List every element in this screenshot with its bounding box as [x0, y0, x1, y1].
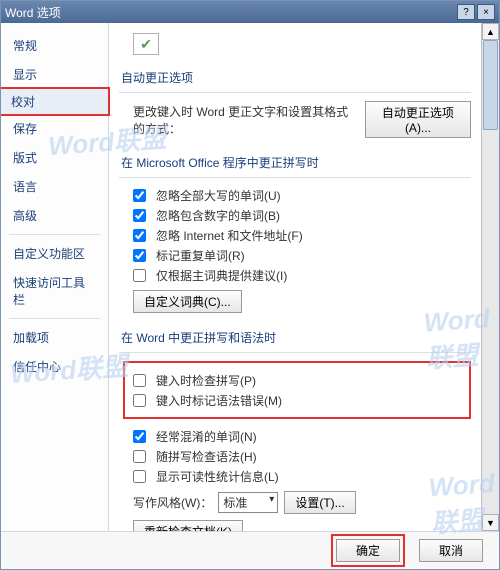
vertical-scrollbar[interactable]: ▲ ▼ — [481, 23, 499, 531]
sidebar-item-advanced[interactable]: 高级 — [1, 201, 108, 230]
sidebar-item-trustcenter[interactable]: 信任中心 — [1, 352, 108, 381]
ignore-internet-label: 忽略 Internet 和文件地址(F) — [156, 227, 303, 244]
readability-stats-label: 显示可读性统计信息(L) — [156, 468, 279, 485]
custom-dictionaries-button[interactable]: 自定义词典(C)... — [133, 290, 242, 313]
autocorrect-options-button[interactable]: 自动更正选项(A)... — [365, 101, 471, 138]
ignore-internet-checkbox[interactable] — [133, 229, 146, 242]
sidebar-item-customize-ribbon[interactable]: 自定义功能区 — [1, 239, 108, 268]
flag-repeated-label: 标记重复单词(R) — [156, 247, 245, 264]
scroll-thumb[interactable] — [483, 40, 498, 130]
check-spelling-typing-checkbox[interactable] — [133, 374, 146, 387]
sidebar-item-qat[interactable]: 快速访问工具栏 — [1, 268, 108, 314]
help-button[interactable]: ? — [457, 4, 475, 20]
sidebar-item-layout[interactable]: 版式 — [1, 143, 108, 172]
sidebar-item-language[interactable]: 语言 — [1, 172, 108, 201]
content-panel: ✔ 自动更正选项 更改键入时 Word 更正文字和设置其格式的方式： 自动更正选… — [109, 23, 481, 531]
writing-style-label: 写作风格(W)： — [133, 494, 212, 511]
confused-words-label: 经常混淆的单词(N) — [156, 428, 257, 445]
mark-grammar-typing-label: 键入时标记语法错误(M) — [156, 392, 282, 409]
confused-words-checkbox[interactable] — [133, 430, 146, 443]
sidebar-item-save[interactable]: 保存 — [1, 114, 108, 143]
ignore-uppercase-label: 忽略全部大写的单词(U) — [156, 187, 281, 204]
scroll-track[interactable] — [482, 40, 499, 514]
sidebar-item-proofing[interactable]: 校对 — [1, 87, 110, 116]
section-word-spelling-title: 在 Word 中更正拼写和语法时 — [119, 323, 471, 353]
writing-style-settings-button[interactable]: 设置(T)... — [284, 491, 355, 514]
recheck-document-button[interactable]: 重新检查文档(K) — [133, 520, 243, 531]
sidebar-item-addins[interactable]: 加载项 — [1, 323, 108, 352]
autocorrect-desc: 更改键入时 Word 更正文字和设置其格式的方式： — [133, 103, 359, 137]
ignore-numbers-label: 忽略包含数字的单词(B) — [156, 207, 280, 224]
window-title: Word 选项 — [5, 4, 455, 21]
cancel-button[interactable]: 取消 — [419, 539, 483, 562]
readability-stats-checkbox[interactable] — [133, 470, 146, 483]
grammar-with-spelling-checkbox[interactable] — [133, 450, 146, 463]
close-button[interactable]: × — [477, 4, 495, 20]
titlebar: Word 选项 ? × — [1, 1, 499, 23]
mark-grammar-typing-checkbox[interactable] — [133, 394, 146, 407]
ignore-numbers-checkbox[interactable] — [133, 209, 146, 222]
sidebar: 常规 显示 校对 保存 版式 语言 高级 自定义功能区 快速访问工具栏 加载项 … — [1, 23, 109, 531]
ok-button[interactable]: 确定 — [336, 539, 400, 562]
section-autocorrect-title: 自动更正选项 — [119, 63, 471, 93]
main-dict-only-label: 仅根据主词典提供建议(I) — [156, 267, 287, 284]
check-spelling-typing-label: 键入时检查拼写(P) — [156, 372, 256, 389]
flag-repeated-checkbox[interactable] — [133, 249, 146, 262]
writing-style-select[interactable]: 标准 — [218, 492, 278, 513]
highlight-box-spelling: 键入时检查拼写(P) 键入时标记语法错误(M) — [123, 361, 471, 419]
scroll-up-arrow[interactable]: ▲ — [482, 23, 499, 40]
main-dict-only-checkbox[interactable] — [133, 269, 146, 282]
section-office-spelling-title: 在 Microsoft Office 程序中更正拼写时 — [119, 148, 471, 178]
dialog-footer: 确定 取消 — [1, 531, 499, 569]
sidebar-item-display[interactable]: 显示 — [1, 60, 108, 89]
scroll-down-arrow[interactable]: ▼ — [482, 514, 499, 531]
ignore-uppercase-checkbox[interactable] — [133, 189, 146, 202]
proofing-icon: ✔ — [133, 33, 159, 55]
grammar-with-spelling-label: 随拼写检查语法(H) — [156, 448, 257, 465]
sidebar-item-general[interactable]: 常规 — [1, 31, 108, 60]
